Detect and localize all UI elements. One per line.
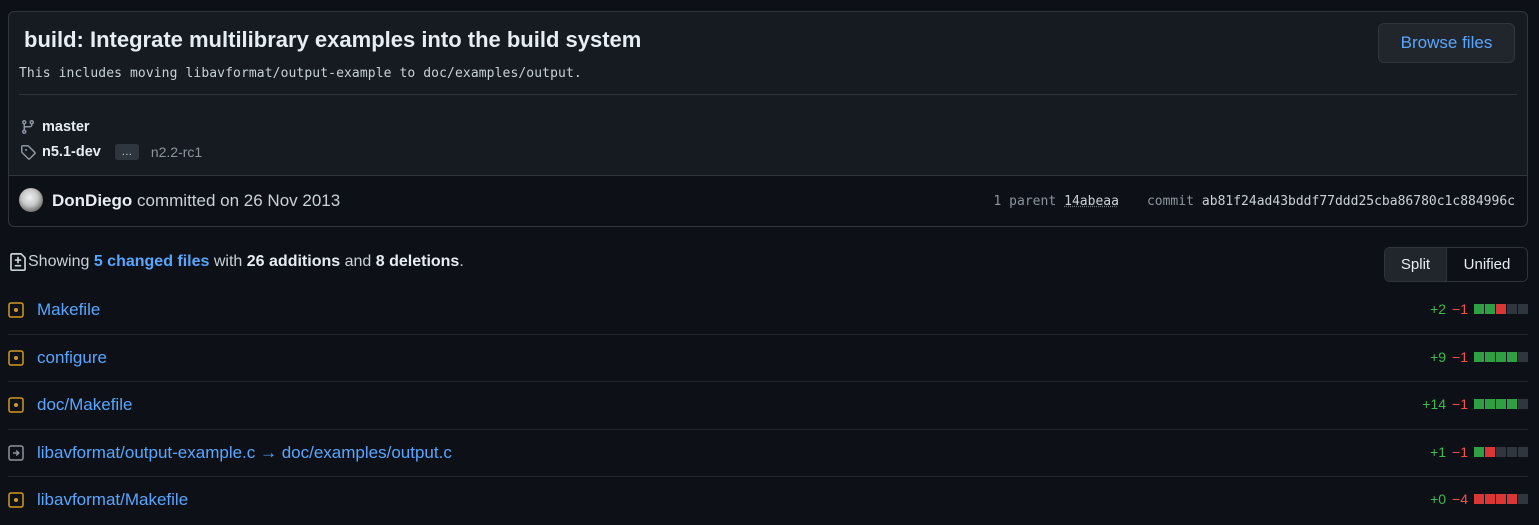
commit-description: This includes moving libavformat/output-… xyxy=(19,66,582,81)
parent-sha-link[interactable]: 14abeaa xyxy=(1064,194,1119,209)
author-line: DonDiego committed on 26 Nov 2013 xyxy=(52,191,340,211)
diffstat-block-add xyxy=(1507,399,1517,409)
avatar[interactable] xyxy=(19,188,43,212)
file-row: configure +9 −1 xyxy=(8,335,1528,382)
diffstat-block-del xyxy=(1507,494,1517,504)
parent-label: 1 parent xyxy=(993,194,1057,209)
diffstat-block-neu xyxy=(1518,446,1528,457)
diffstat-blocks xyxy=(1474,399,1528,409)
diffstat-blocks xyxy=(1474,351,1528,362)
diffstat-block-neu xyxy=(1518,351,1528,362)
diffstat: +14 −1 xyxy=(1422,396,1528,412)
tag-last[interactable]: n2.2-rc1 xyxy=(151,144,202,160)
additions: +9 xyxy=(1430,348,1447,365)
diffstat-block-del xyxy=(1485,446,1495,457)
file-diff-modified-icon xyxy=(8,397,24,413)
diffstat-block-add xyxy=(1474,351,1484,362)
split-view-button[interactable]: Split xyxy=(1385,248,1447,281)
additions: +1 xyxy=(1430,443,1447,460)
diffstat-block-del xyxy=(1474,494,1484,504)
diffstat-block-neu xyxy=(1518,304,1528,314)
author-name[interactable]: DonDiego xyxy=(52,191,132,210)
diffstat-block-add xyxy=(1496,351,1506,362)
diffstat: +1 −1 xyxy=(1430,444,1528,460)
deletions: −1 xyxy=(1452,443,1468,460)
diffstat-blocks xyxy=(1474,494,1528,504)
git-branch-icon xyxy=(21,120,34,135)
commit-title: build: Integrate multilibrary examples i… xyxy=(24,27,642,52)
file-row: libavformat/output-example.c → doc/examp… xyxy=(8,430,1528,477)
file-diff-renamed-icon xyxy=(8,444,24,461)
file-row: doc/Makefile +14 −1 xyxy=(8,382,1528,430)
diffstat-block-neu xyxy=(1518,494,1528,504)
summary-period: . xyxy=(459,253,464,270)
divider xyxy=(19,94,1517,95)
diff-summary: Showing 5 changed files with 26 addition… xyxy=(9,253,464,271)
commit-label: commit xyxy=(1146,194,1194,209)
branch-ref: master xyxy=(20,119,90,135)
file-row: Makefile +2 −1 xyxy=(8,287,1528,335)
diffstat-block-add xyxy=(1485,351,1495,362)
deletions: −1 xyxy=(1452,301,1468,317)
commit-info: build: Integrate multilibrary examples i… xyxy=(9,12,1527,175)
diffstat: +0 −4 xyxy=(1430,491,1528,507)
diffstat: +2 −1 xyxy=(1430,301,1528,317)
file-diff-icon xyxy=(10,253,26,271)
additions: +2 xyxy=(1430,301,1447,317)
tag-first[interactable]: n5.1-dev xyxy=(42,144,101,160)
additions-count: 26 additions xyxy=(246,253,341,270)
file-diff-modified-icon xyxy=(8,302,24,318)
diffstat-block-neu xyxy=(1518,399,1528,409)
diff-view-toggle: Split Unified xyxy=(1384,247,1528,282)
diffstat-block-add xyxy=(1496,399,1506,409)
deletions: −4 xyxy=(1452,491,1468,507)
diffstat-block-add xyxy=(1485,304,1495,314)
diffstat-block-neu xyxy=(1507,446,1517,457)
diffstat: +9 −1 xyxy=(1430,349,1528,365)
diffstat-block-del xyxy=(1485,494,1495,504)
deletions: −1 xyxy=(1452,396,1468,412)
diffstat-block-neu xyxy=(1507,304,1517,314)
commit-meta: DonDiego committed on 26 Nov 2013 1 pare… xyxy=(9,175,1527,226)
diffstat-block-add xyxy=(1474,399,1484,409)
changed-files-list: Makefile +2 −1 configure +9 −1 doc/Makef… xyxy=(8,287,1528,525)
file-link[interactable]: Makefile xyxy=(37,300,100,320)
summary-and: and xyxy=(344,253,372,270)
diffstat-blocks xyxy=(1474,304,1528,314)
file-link[interactable]: configure xyxy=(37,348,107,368)
file-diff-modified-icon xyxy=(8,349,24,366)
additions: +14 xyxy=(1422,396,1447,412)
diffstat-block-neu xyxy=(1496,446,1506,457)
diffstat-blocks xyxy=(1474,446,1528,457)
diffstat-block-del xyxy=(1496,494,1506,504)
expand-tags-button[interactable]: … xyxy=(114,144,139,160)
file-link[interactable]: doc/Makefile xyxy=(37,395,132,415)
diffstat-block-del xyxy=(1496,304,1506,314)
commit-date: committed on 26 Nov 2013 xyxy=(137,191,341,210)
commit-shas: 1 parent 14abeaa commit ab81f24ad43bddf7… xyxy=(994,194,1515,209)
summary-with: with xyxy=(213,253,243,270)
browse-files-button[interactable]: Browse files xyxy=(1378,23,1515,63)
deletions-count: 8 deletions xyxy=(375,253,460,270)
diffstat-block-add xyxy=(1485,399,1495,409)
tag-icon xyxy=(21,145,36,160)
commit-sha: ab81f24ad43bddf77ddd25cba86780c1c884996c xyxy=(1201,194,1515,209)
changed-files-link[interactable]: 5 changed files xyxy=(94,253,210,271)
unified-view-button[interactable]: Unified xyxy=(1447,248,1527,281)
deletions: −1 xyxy=(1452,348,1468,365)
diffstat-block-add xyxy=(1507,351,1517,362)
commit-header: build: Integrate multilibrary examples i… xyxy=(8,11,1528,227)
file-link[interactable]: libavformat/output-example.c → doc/examp… xyxy=(37,443,452,463)
summary-showing: Showing xyxy=(28,253,90,270)
diffstat-block-add xyxy=(1474,304,1484,314)
file-link[interactable]: libavformat/Makefile xyxy=(37,490,188,510)
branch-name[interactable]: master xyxy=(42,119,90,135)
file-row: libavformat/Makefile +0 −4 xyxy=(8,477,1528,525)
additions: +0 xyxy=(1430,491,1447,507)
tag-refs: n5.1-dev … n2.2-rc1 xyxy=(20,144,202,160)
diffstat-block-add xyxy=(1474,446,1484,457)
file-diff-modified-icon xyxy=(8,492,24,508)
